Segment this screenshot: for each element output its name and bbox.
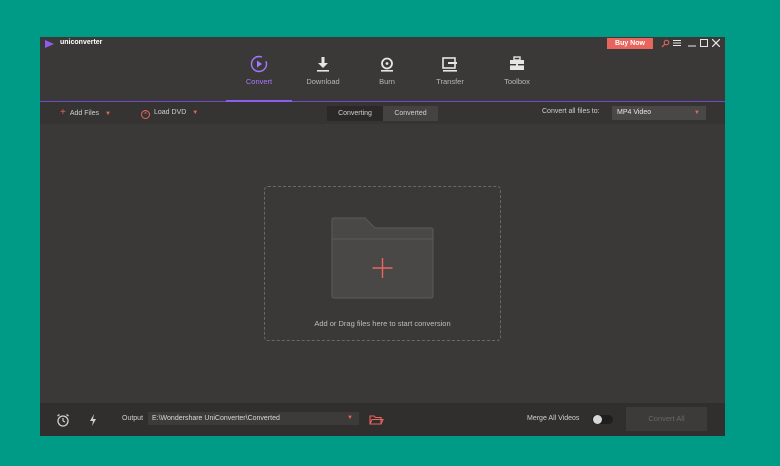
add-files-label: Add Files (69, 110, 100, 117)
toolbox-icon (510, 56, 524, 70)
add-folder-icon[interactable] (331, 217, 434, 299)
convert-all-button[interactable]: Convert All (626, 407, 707, 431)
drop-zone-text: Add or Drag files here to start conversi… (314, 319, 451, 328)
app-logo-icon (45, 40, 54, 48)
lightning-icon[interactable] (85, 412, 101, 428)
merge-all-videos-label: Merge All Videos (527, 415, 580, 422)
output-label: Output (122, 415, 144, 422)
download-icon (317, 57, 329, 72)
main-nav: Convert Download Burn Transfer Toolbox (40, 51, 725, 101)
convert-all-files-label: Convert all files to: (542, 108, 600, 115)
nav-burn[interactable]: Burn (354, 51, 420, 101)
title-bar: uniconverter Buy Now (40, 37, 725, 51)
maximize-icon[interactable] (699, 37, 709, 50)
nav-burn-label: Burn (379, 77, 395, 86)
transfer-icon (442, 57, 457, 72)
app-window: uniconverter Buy Now Convert Download Bu… (40, 37, 725, 436)
chevron-down-icon: ▼ (347, 415, 353, 421)
nav-toolbox-label: Toolbox (504, 77, 530, 86)
load-dvd-label: Load DVD (154, 109, 187, 116)
nav-transfer-label: Transfer (436, 77, 464, 86)
add-files-button[interactable]: + Add Files ▼ (60, 107, 111, 119)
nav-transfer[interactable]: Transfer (417, 51, 483, 101)
output-format-select[interactable]: MP4 Video ▼ (612, 106, 706, 120)
search-icon[interactable] (660, 37, 670, 50)
menu-icon[interactable] (672, 37, 682, 50)
output-path-select[interactable]: E:\Wondershare UniConverter\Converted ▼ (148, 412, 359, 425)
tab-converted[interactable]: Converted (383, 106, 438, 121)
nav-convert[interactable]: Convert (226, 51, 292, 101)
convert-icon (250, 55, 268, 73)
toolbar: + Add Files ▼ × Load DVD ▼ Converting Conver… (40, 102, 725, 124)
dvd-icon: × (141, 110, 150, 119)
merge-all-videos-toggle[interactable] (592, 415, 613, 424)
nav-download[interactable]: Download (290, 51, 356, 101)
minimize-icon[interactable] (687, 37, 697, 50)
load-dvd-dropdown-icon[interactable]: ▼ (192, 110, 198, 116)
add-files-dropdown-icon[interactable]: ▼ (105, 111, 111, 117)
plus-icon: + (60, 107, 66, 118)
app-name: uniconverter (60, 39, 103, 46)
chevron-down-icon: ▼ (694, 110, 700, 116)
open-folder-icon[interactable] (368, 412, 384, 428)
file-drop-zone[interactable]: Add or Drag files here to start conversi… (264, 186, 501, 341)
load-dvd-button[interactable]: × Load DVD ▼ (141, 107, 198, 119)
bottom-bar: Output E:\Wondershare UniConverter\Conve… (40, 403, 725, 436)
close-icon[interactable] (711, 37, 721, 50)
tab-converting[interactable]: Converting (327, 106, 383, 121)
nav-download-label: Download (306, 77, 340, 86)
buy-now-button[interactable]: Buy Now (607, 38, 653, 49)
output-path-value: E:\Wondershare UniConverter\Converted (152, 415, 280, 422)
nav-convert-label: Convert (245, 77, 273, 86)
output-format-value: MP4 Video (617, 109, 652, 116)
nav-toolbox[interactable]: Toolbox (484, 51, 550, 101)
toggle-knob (593, 415, 602, 424)
alarm-clock-icon[interactable] (55, 412, 71, 428)
burn-icon (381, 57, 393, 72)
